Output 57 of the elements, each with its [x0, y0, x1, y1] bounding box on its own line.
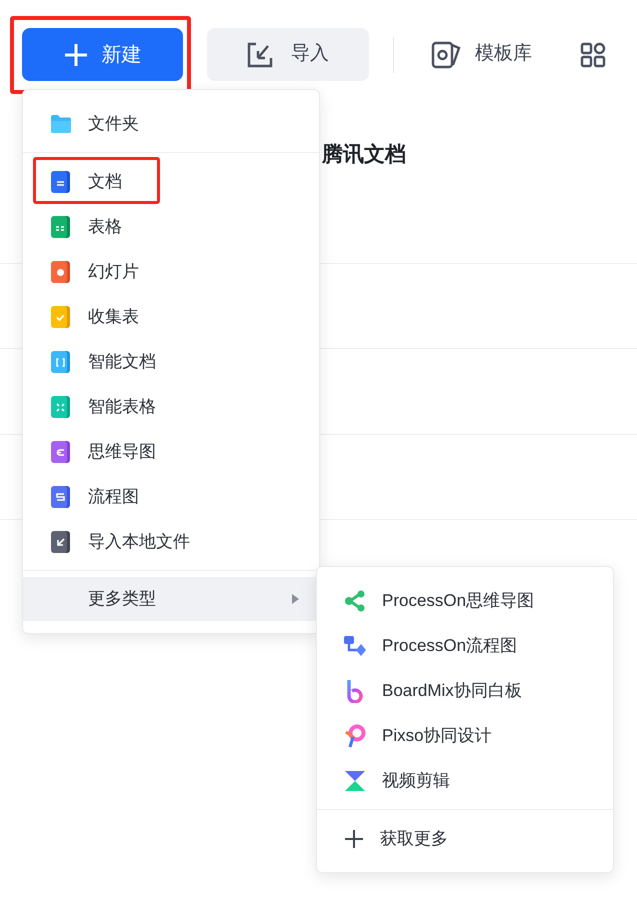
document-icon	[50, 170, 72, 194]
menu-item[interactable]: 智能表格	[23, 384, 319, 429]
more-types-item[interactable]: 更多类型	[23, 577, 319, 621]
menu-item-label: 思维导图	[88, 440, 156, 463]
menu-item-label: 表格	[88, 216, 122, 238]
photo-cards-icon	[431, 40, 461, 68]
get-more-item[interactable]: 获取更多	[317, 816, 613, 861]
submenu-arrow-icon	[292, 594, 299, 604]
smart-sheet-icon	[50, 394, 72, 418]
menu-item-label: 导入本地文件	[88, 530, 190, 553]
menu-item[interactable]: 流程图	[23, 474, 319, 519]
menu-item[interactable]: 收集表	[23, 294, 319, 339]
menu-item[interactable]: 文档	[23, 159, 319, 204]
menu-item-label: Pixso协同设计	[382, 724, 492, 747]
mind-map-icon	[344, 590, 366, 612]
plus-icon	[64, 42, 88, 66]
slides-icon	[50, 260, 72, 284]
folder-icon	[50, 114, 72, 134]
smart-document-icon	[50, 350, 72, 374]
menu-item-label: 幻灯片	[88, 260, 139, 283]
menu-item-label: BoardMix协同白板	[382, 680, 522, 702]
menu-item[interactable]: Pixso协同设计	[317, 713, 613, 758]
menu-item[interactable]: 表格	[23, 204, 319, 249]
template-library-button[interactable]: 模板库	[431, 28, 532, 81]
design-logo-icon	[344, 724, 366, 748]
menu-item[interactable]: 幻灯片	[23, 249, 319, 294]
hourglass-logo-icon	[344, 770, 366, 792]
menu-item[interactable]: BoardMix协同白板	[317, 668, 613, 713]
section-heading: 腾讯文档	[322, 143, 406, 166]
menu-item-label: 智能表格	[88, 396, 156, 418]
flowchart-icon	[50, 484, 72, 508]
spreadsheet-icon	[50, 214, 72, 238]
menu-item[interactable]: ProcessOn流程图	[317, 623, 613, 668]
menu-item[interactable]: 智能文档	[23, 339, 319, 384]
import-icon	[247, 42, 273, 68]
menu-item[interactable]: 文件夹	[23, 101, 319, 146]
menu-item-label: ProcessOn流程图	[382, 634, 518, 657]
menu-item-label: 流程图	[88, 486, 139, 508]
form-icon	[50, 304, 72, 328]
import-file-icon	[50, 530, 72, 554]
menu-item[interactable]: 视频剪辑	[317, 758, 613, 803]
menu-item-label: 视频剪辑	[382, 770, 450, 792]
import-button[interactable]: 导入	[207, 28, 369, 81]
whiteboard-logo-icon	[345, 678, 365, 702]
menu-item-label: 智能文档	[88, 350, 156, 373]
flowchart-icon	[343, 634, 367, 656]
mind-map-icon	[50, 440, 72, 464]
new-button[interactable]: 新建	[22, 28, 183, 81]
menu-item-label: 文件夹	[88, 112, 139, 135]
menu-item[interactable]: 导入本地文件	[23, 519, 319, 564]
menu-item[interactable]: 思维导图	[23, 429, 319, 474]
apps-grid-icon[interactable]	[580, 42, 606, 68]
menu-item-label: 文档	[88, 170, 122, 193]
menu-item[interactable]: ProcessOn思维导图	[317, 578, 613, 623]
menu-item-label: ProcessOn思维导图	[382, 590, 534, 612]
menu-item-label: 收集表	[88, 306, 139, 328]
plus-icon	[344, 828, 364, 848]
